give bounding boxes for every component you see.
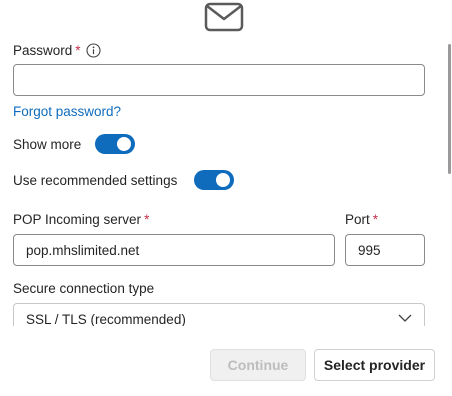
required-mark: * [144,212,150,227]
port-field[interactable] [345,234,425,266]
mail-icon [204,2,244,32]
required-mark: * [75,43,81,58]
port-label: Port * [345,212,378,227]
scroll-clip [0,326,440,346]
password-field[interactable] [13,64,425,96]
forgot-password-link[interactable]: Forgot password? [13,104,121,119]
password-input[interactable] [14,65,424,95]
use-recommended-toggle[interactable] [194,170,234,190]
password-label: Password * [13,43,81,58]
toggle-knob [216,173,230,187]
pop-server-field[interactable] [13,234,335,266]
use-recommended-label: Use recommended settings [13,173,178,188]
password-label-text: Password [13,43,73,58]
pop-server-label: POP Incoming server * [13,212,149,227]
required-mark: * [372,212,379,227]
toggle-knob [117,137,131,151]
secure-connection-label: Secure connection type [13,281,155,296]
show-more-label: Show more [13,137,82,152]
port-input[interactable] [346,235,424,265]
pop-server-input[interactable] [14,235,334,265]
info-icon[interactable] [86,43,101,58]
chevron-down-icon [398,314,412,322]
pop-server-label-text: POP Incoming server [13,212,142,227]
show-more-toggle[interactable] [95,134,135,154]
secure-connection-value: SSL / TLS (recommended) [26,312,186,327]
port-label-text: Port [345,212,370,227]
select-provider-button[interactable]: Select provider [314,349,435,381]
continue-button[interactable]: Continue [210,349,306,381]
scrollbar[interactable] [448,44,451,174]
